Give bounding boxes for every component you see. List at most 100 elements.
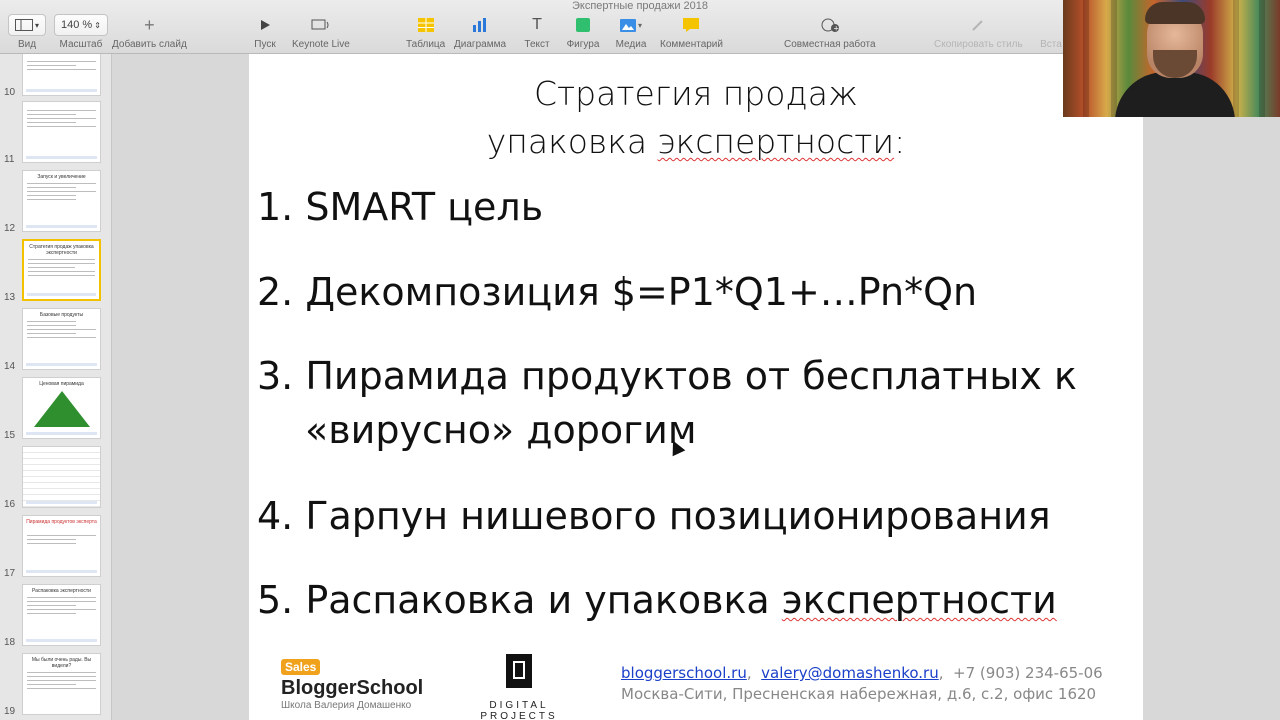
slide-thumb-preview: Распаковка экспертности — [22, 584, 101, 646]
site-link[interactable]: bloggerschool.ru — [621, 664, 747, 682]
view-menu[interactable]: ▾ Вид — [8, 14, 47, 52]
slide-number: 12 — [4, 223, 16, 234]
text-icon[interactable]: T — [520, 14, 554, 36]
slide-number: 16 — [4, 499, 16, 510]
list-item-5[interactable]: 5. Распаковка и упаковка экспертности — [257, 573, 1057, 627]
presenter-body — [1115, 72, 1235, 117]
misspelled-word: экспертности — [657, 122, 895, 161]
chart-label: Диаграмма — [454, 39, 507, 50]
email-link[interactable]: valery@domashenko.ru — [761, 664, 939, 682]
list-item-1[interactable]: 1. SMART цель — [257, 180, 543, 234]
media-icon[interactable]: ▾ — [614, 14, 648, 36]
slide-thumbnail-19[interactable]: Мы были очень рады. Вы видели? 19 — [0, 653, 111, 717]
collaborate-icon[interactable]: + — [813, 14, 847, 36]
slide-thumbnail-18[interactable]: Распаковка экспертности 18 — [0, 584, 111, 648]
media-button[interactable]: ▾ Медиа — [614, 14, 648, 52]
keynote-live-icon[interactable] — [304, 14, 338, 36]
zoom-label: Масштаб — [59, 39, 103, 50]
slide-thumb-preview: Базовые продукты — [22, 308, 101, 370]
slide-thumbnail-15[interactable]: Ценовая пирамида 15 — [0, 377, 111, 441]
slide-thumb-preview — [22, 54, 101, 96]
svg-text:+: + — [833, 25, 839, 33]
table-button[interactable]: Таблица — [406, 14, 445, 52]
slide-number: 18 — [4, 637, 16, 648]
play-button[interactable]: Пуск — [248, 14, 282, 52]
slide-thumb-title: Базовые продукты — [39, 312, 84, 318]
zoom-value: 140 % — [61, 19, 93, 31]
slide-navigator: 10 11 Запуск и увеличение 12 Стратегия п… — [0, 54, 112, 720]
phone: +7 (903) 234-65-06 — [953, 664, 1103, 682]
slide-thumb-preview — [22, 446, 101, 508]
slide-thumb-preview: Пирамида продуктов эксперта — [22, 515, 101, 577]
zoom-select[interactable]: 140 % ⇕ — [54, 14, 108, 36]
slide-thumbnail-13[interactable]: Стратегия продаж упаковка экспертности 1… — [0, 239, 111, 303]
slide-thumbnail-16[interactable]: 16 — [0, 446, 111, 510]
comment-button[interactable]: Комментарий — [660, 14, 723, 52]
slide-title[interactable]: Стратегия продаж упаковка экспертности: — [249, 70, 1143, 166]
list-item-3-line-2: «вирусно» дорогим — [305, 408, 697, 452]
slide-thumb-title: Ценовая пирамида — [39, 381, 84, 387]
keynote-live-button[interactable]: Keynote Live — [292, 14, 350, 52]
list-item-4[interactable]: 4. Гарпун нишевого позиционирования — [257, 489, 1051, 543]
copy-style-button[interactable]: Скопировать стиль — [934, 14, 1023, 52]
list-item-2[interactable]: 2. Декомпозиция $=P1*Q1+…Pn*Qn — [257, 265, 977, 319]
keynote-window: Экспертные продажи 2018 ▾ Вид 140 % ⇕ Ма… — [0, 0, 1280, 720]
slide-thumb-preview: Мы были очень рады. Вы видели? — [22, 653, 101, 715]
copy-style-label: Скопировать стиль — [934, 39, 1023, 50]
slide-thumbnail-11[interactable]: 11 — [0, 101, 111, 165]
chevron-down-icon: ⇕ — [94, 20, 101, 30]
slide-thumb-preview: Ценовая пирамида — [22, 377, 101, 439]
slide-number: 10 — [4, 87, 16, 98]
slide-number: 19 — [4, 706, 16, 717]
view-label: Вид — [17, 39, 37, 50]
text-label: Текст — [524, 39, 550, 50]
contact-line-1: bloggerschool.ru, valery@domashenko.ru, … — [621, 664, 1103, 682]
add-slide-button[interactable]: + Добавить слайд — [112, 14, 187, 52]
presenter-hair — [1145, 2, 1205, 24]
slide-thumbnail-14[interactable]: Базовые продукты 14 — [0, 308, 111, 372]
address: Москва-Сити, Пресненская набережная, д.6… — [621, 685, 1097, 703]
slide-thumbnail-10[interactable]: 10 — [0, 54, 111, 98]
slide-thumb-title: Запуск и увеличение — [37, 174, 86, 180]
text-button[interactable]: T Текст — [520, 14, 554, 52]
collaborate-button[interactable]: + Совместная работа — [784, 14, 876, 52]
sales-badge: Sales — [281, 659, 321, 675]
slide-number: 14 — [4, 361, 16, 372]
digital-projects-logo: DIGITAL PROJECTS — [449, 654, 589, 720]
paste-label: Вста — [1040, 39, 1062, 50]
webcam-overlay — [1063, 0, 1280, 117]
bar-chart-icon[interactable] — [463, 14, 497, 36]
play-label: Пуск — [254, 39, 276, 50]
slide-title-line-1: Стратегия продаж — [534, 74, 858, 113]
table-icon[interactable] — [409, 14, 443, 36]
slide-thumb-preview — [22, 101, 101, 163]
sidebar-view-icon[interactable]: ▾ — [8, 14, 47, 36]
slide-thumb-title: Стратегия продаж упаковка экспертности — [29, 244, 94, 256]
shape-label: Фигура — [566, 39, 600, 50]
slide-number: 15 — [4, 430, 16, 441]
slide-thumbnail-12[interactable]: Запуск и увеличение 12 — [0, 170, 111, 234]
digital-projects-name: DIGITAL PROJECTS — [480, 700, 558, 720]
comment-icon[interactable] — [674, 14, 708, 36]
slide-thumb-title: Мы были очень рады. Вы видели? — [31, 657, 92, 669]
eyedropper-icon[interactable] — [961, 14, 995, 36]
media-label: Медиа — [615, 39, 647, 50]
list-item-3[interactable]: 3. Пирамида продуктов от бесплатных к «в… — [257, 349, 1077, 457]
window-title: Экспертные продажи 2018 — [571, 0, 708, 12]
slide-thumbnail-17[interactable]: Пирамида продуктов эксперта 17 — [0, 515, 111, 579]
slide-thumb-title: Распаковка экспертности — [32, 588, 91, 594]
keynote-live-label: Keynote Live — [292, 39, 350, 50]
comment-label: Комментарий — [660, 39, 723, 50]
chart-button[interactable]: Диаграмма — [454, 14, 506, 52]
slide-title-line-2: упаковка экспертности: — [486, 122, 906, 161]
slide-number: 13 — [4, 292, 16, 303]
current-slide[interactable]: Стратегия продаж упаковка экспертности: … — [249, 54, 1143, 720]
shape-icon[interactable] — [566, 14, 600, 36]
list-item-3-line-1: 3. Пирамида продуктов от бесплатных к — [257, 354, 1077, 398]
play-icon[interactable] — [248, 14, 282, 36]
shape-button[interactable]: Фигура — [566, 14, 600, 52]
slide-number: 17 — [4, 568, 16, 579]
digital-projects-mark-icon — [506, 654, 532, 688]
plus-icon[interactable]: + — [132, 14, 166, 36]
zoom-menu[interactable]: 140 % ⇕ Масштаб — [54, 14, 108, 52]
